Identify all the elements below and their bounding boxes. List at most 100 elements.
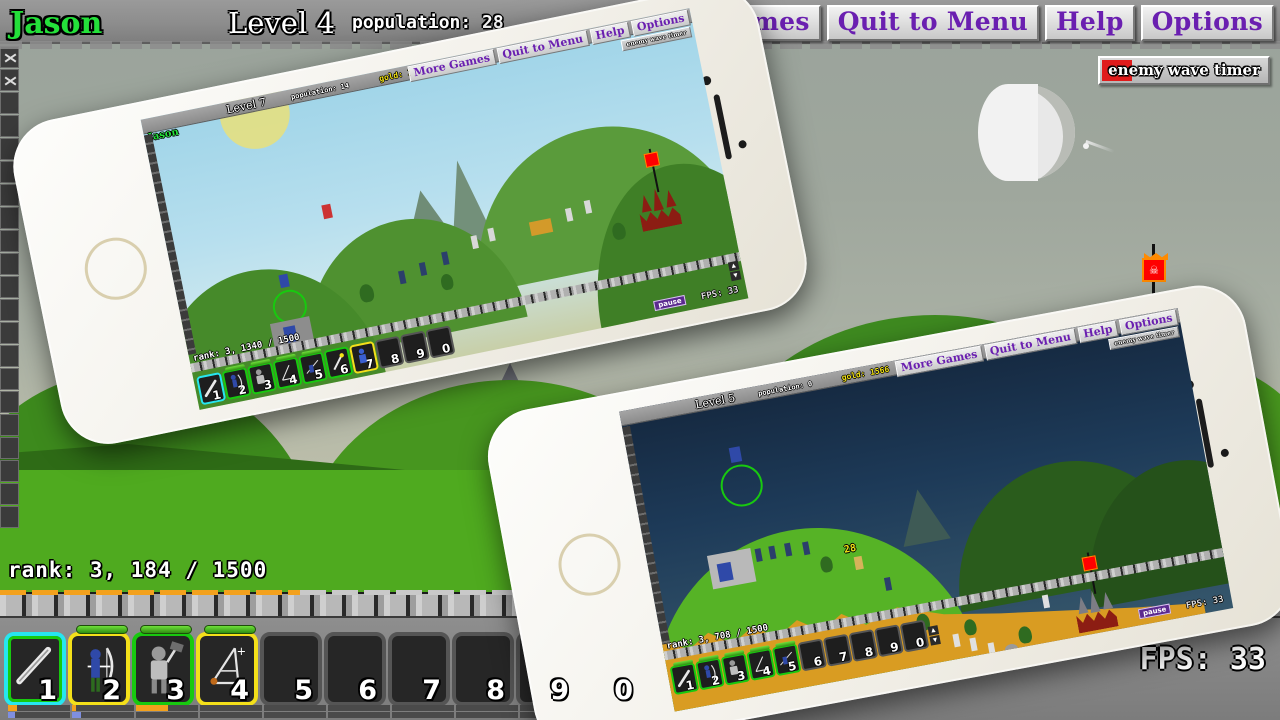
- phone-left-rail-top[interactable]: [143, 133, 197, 355]
- phone-quit-to-menu-button-top[interactable]: Quit to Menu: [496, 30, 590, 65]
- castle-banner-bottom: [716, 561, 734, 583]
- knight-icon: [255, 369, 265, 385]
- skull-flag-icon-bottom: [1081, 555, 1098, 572]
- sensor-icon-bottom: [1220, 448, 1230, 458]
- phone-slot-key-9-bottom: 9: [889, 639, 900, 655]
- sensor-icon-top: [737, 139, 748, 149]
- rail-slot[interactable]: [0, 368, 19, 390]
- catapult-icon: [282, 364, 294, 381]
- rail-slot[interactable]: [0, 322, 19, 344]
- player-name: Jason: [10, 6, 103, 41]
- slot-bars-8: [456, 704, 518, 718]
- unit-slot-4[interactable]: + 4: [196, 625, 262, 718]
- sword-icon: [204, 379, 217, 398]
- scroll-down-icon[interactable]: ▼: [929, 634, 941, 646]
- rail-slot[interactable]: [0, 506, 19, 528]
- knight-icon: [729, 660, 739, 676]
- phone-unit-slot-2-bottom[interactable]: 2: [695, 654, 725, 691]
- main-fps-label: FPS: 33: [1139, 642, 1266, 677]
- level-label: Level 4: [228, 6, 335, 40]
- rail-slot[interactable]: [0, 207, 19, 229]
- population-label: population: 28: [352, 12, 504, 33]
- phone-slot-key-8-top: 8: [389, 351, 401, 367]
- phone-unit-slot-4-bottom[interactable]: 4: [746, 645, 777, 681]
- phone-slot-key-6-bottom: 6: [812, 653, 824, 670]
- enemy-token: [1041, 594, 1051, 609]
- help-button[interactable]: Help: [1044, 5, 1135, 42]
- rail-slot[interactable]: [0, 299, 19, 321]
- slot-bars-2: [72, 704, 134, 718]
- sword-icon: [677, 669, 690, 688]
- phone-slot-key-8-bottom: 8: [863, 644, 875, 660]
- phone-slot-key-0-bottom: 0: [914, 634, 926, 651]
- slot-key-0: 0: [614, 675, 633, 706]
- unit-slot-2[interactable]: 2: [68, 625, 134, 718]
- phone-more-games-button-bottom[interactable]: More Games: [894, 345, 984, 378]
- slot-key-3: 3: [166, 675, 185, 706]
- slot-key-4: 4: [230, 675, 249, 706]
- phone-slot-key-0-top: 0: [440, 340, 452, 357]
- mana-bar: [72, 712, 134, 718]
- slot-bars-4: [200, 704, 262, 718]
- phone-unit-slot-7-bottom[interactable]: 7: [822, 633, 853, 667]
- spearman-icon: [306, 359, 319, 374]
- rail-slot[interactable]: [0, 345, 19, 367]
- rail-slot[interactable]: [0, 230, 19, 252]
- slot-bars-7: [392, 704, 454, 718]
- phone-left-rail-bottom[interactable]: [622, 425, 671, 645]
- left-slot-rail[interactable]: [0, 46, 20, 566]
- phone-unit-slot-9-bottom[interactable]: 9: [874, 624, 904, 658]
- skull-flag-icon: ☠: [1142, 258, 1166, 282]
- home-button-top[interactable]: [79, 232, 153, 306]
- mana-bar: [136, 712, 198, 718]
- selection-ring-bottom: [717, 461, 767, 510]
- phone-unit-slot-5-bottom[interactable]: 5: [771, 640, 802, 677]
- rail-slot[interactable]: [0, 253, 19, 275]
- phone-slot-key-9-top: 9: [415, 345, 427, 362]
- rail-slot[interactable]: [0, 483, 19, 505]
- mana-bar: [200, 712, 262, 718]
- phone-quit-to-menu-button-bottom[interactable]: Quit to Menu: [983, 328, 1078, 361]
- slot-bars-5: [264, 704, 326, 718]
- unit-slot-8[interactable]: 8: [452, 632, 518, 718]
- home-button-bottom[interactable]: [553, 528, 626, 601]
- damage-popup-bottom: 28: [843, 542, 858, 556]
- slot-bars-1: [8, 704, 70, 718]
- rail-slot-locked[interactable]: [0, 46, 19, 68]
- cooldown-bar-4: [204, 625, 256, 634]
- options-button[interactable]: Options: [1140, 5, 1274, 42]
- phone-unit-slot-8-bottom[interactable]: 8: [848, 628, 879, 663]
- rail-slot[interactable]: [0, 460, 19, 482]
- phone-unit-slot-6-bottom[interactable]: 6: [797, 638, 828, 672]
- rail-slot[interactable]: [0, 92, 19, 114]
- slot-key-5: 5: [294, 675, 313, 706]
- unit-slot-1[interactable]: 1: [4, 632, 70, 718]
- slot-key-2: 2: [102, 675, 121, 706]
- unit-slot-5[interactable]: 5: [260, 632, 326, 718]
- unit-slot-3[interactable]: 3: [132, 625, 198, 718]
- cooldown-bar-3: [140, 625, 192, 634]
- rail-slot[interactable]: [0, 437, 19, 459]
- wave-timer-label: enemy wave timer: [1108, 61, 1260, 79]
- quit-to-menu-button[interactable]: Quit to Menu: [826, 5, 1039, 42]
- phone-more-games-button-top[interactable]: More Games: [407, 49, 497, 83]
- wall-cap-orange: [0, 590, 300, 595]
- catapult-icon: [755, 656, 767, 673]
- moon-crescent-shade: [978, 84, 1038, 181]
- phone-slot-key-7-bottom: 7: [838, 649, 849, 665]
- phone-unit-slot-3-bottom[interactable]: 3: [720, 649, 751, 686]
- mountain-shape: [893, 482, 951, 548]
- unit-slot-7[interactable]: 7: [388, 632, 454, 718]
- mana-bar: [8, 712, 70, 718]
- rail-slot-locked[interactable]: [0, 69, 19, 91]
- slot-bars-6: [328, 704, 390, 718]
- phone-unit-slot-1-bottom[interactable]: 1: [669, 659, 700, 696]
- spearman-icon: [780, 651, 793, 666]
- unit-slot-6[interactable]: 6: [324, 632, 390, 718]
- phone-unit-slot-0-bottom[interactable]: 0: [899, 619, 930, 653]
- slot-key-6: 6: [358, 675, 377, 706]
- rail-slot[interactable]: [0, 391, 19, 413]
- rail-slot[interactable]: [0, 276, 19, 298]
- flying-enemy-token: [321, 203, 333, 220]
- rail-slot[interactable]: [0, 414, 19, 436]
